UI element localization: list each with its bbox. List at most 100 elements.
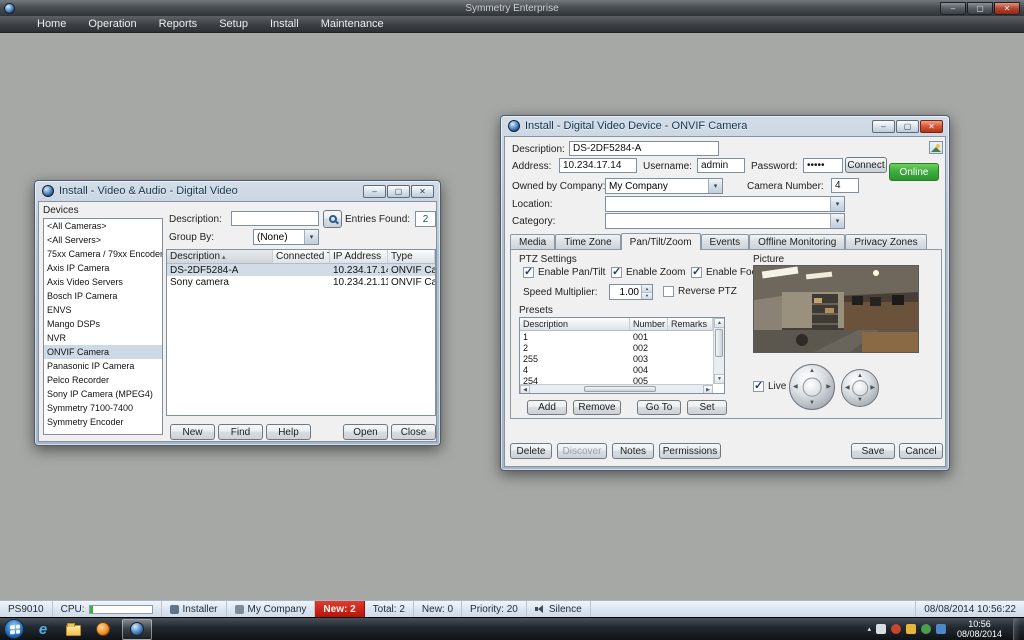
device-type-item-selected[interactable]: ONVIF Camera	[44, 345, 162, 359]
password-input[interactable]	[803, 158, 843, 173]
table-row-selected[interactable]: DS-2DF5284-A 10.234.17.14 ONVIF Camera	[167, 264, 435, 276]
owned-by-company-select[interactable]: My Company ▾	[605, 178, 723, 194]
discover-button[interactable]: Discover	[557, 443, 607, 459]
tab-media[interactable]: Media	[510, 234, 555, 249]
explorer-taskbar-icon[interactable]	[62, 619, 84, 639]
window-minimize-button[interactable]: –	[872, 120, 895, 133]
device-type-item[interactable]: Axis Video Servers	[44, 275, 162, 289]
device-type-item[interactable]: Bosch IP Camera	[44, 289, 162, 303]
device-type-item[interactable]: 75xx Camera / 79xx Encoder (HD)	[44, 247, 162, 261]
device-type-item[interactable]: Mango DSPs	[44, 317, 162, 331]
cancel-button[interactable]: Cancel	[899, 443, 943, 459]
delete-button[interactable]: Delete	[510, 443, 552, 459]
spin-down-icon[interactable]: ▼	[642, 293, 652, 300]
preset-row[interactable]: 1 001	[520, 331, 724, 342]
tab-offline-monitoring[interactable]: Offline Monitoring	[749, 234, 845, 249]
device-type-item[interactable]: Pelco Recorder	[44, 373, 162, 387]
column-header-description[interactable]: Description	[520, 318, 630, 330]
device-type-item[interactable]: Symmetry Encoder	[44, 415, 162, 429]
menu-item-home[interactable]: Home	[26, 16, 77, 32]
device-type-item[interactable]: Axis IP Camera	[44, 261, 162, 275]
save-button[interactable]: Save	[851, 443, 895, 459]
column-header-type[interactable]: Type	[388, 250, 435, 263]
menu-item-install[interactable]: Install	[259, 16, 310, 32]
media-taskbar-icon[interactable]	[92, 619, 114, 639]
column-header-ip-address[interactable]: IP Address	[330, 250, 388, 263]
menu-item-setup[interactable]: Setup	[208, 16, 259, 32]
device-type-item[interactable]: NVR	[44, 331, 162, 345]
column-header-connected-to[interactable]: Connected To	[273, 250, 330, 263]
taskbar-clock[interactable]: 10:56 08/08/2014	[951, 619, 1008, 639]
help-button[interactable]: Help	[266, 424, 311, 440]
tray-icon[interactable]	[921, 624, 931, 634]
device-detail-titlebar[interactable]: Install - Digital Video Device - ONVIF C…	[501, 116, 949, 136]
tray-icon[interactable]	[936, 624, 946, 634]
add-preset-button[interactable]: Add	[527, 400, 567, 415]
location-select[interactable]: ▾	[605, 196, 845, 212]
table-row[interactable]: Sony camera 10.234.21.117 ONVIF Camera	[167, 276, 435, 288]
category-select[interactable]: ▾	[605, 213, 845, 229]
tray-overflow-icon[interactable]: ▴	[867, 625, 871, 633]
tab-time-zone[interactable]: Time Zone	[555, 234, 620, 249]
vertical-scrollbar[interactable]: ▲ ▼	[713, 318, 724, 384]
tray-icon[interactable]	[876, 624, 886, 634]
description-input[interactable]	[569, 141, 719, 156]
silence-button[interactable]: Silence	[527, 601, 591, 617]
device-list-titlebar[interactable]: Install - Video & Audio - Digital Video …	[35, 181, 440, 201]
device-type-item[interactable]: ENVS	[44, 303, 162, 317]
search-button[interactable]	[323, 210, 342, 228]
browser-taskbar-icon[interactable]: e	[32, 619, 54, 639]
app-restore-button[interactable]: ▢	[967, 2, 993, 15]
tab-events[interactable]: Events	[701, 234, 750, 249]
column-header-description[interactable]: Description ▴	[167, 250, 273, 263]
symmetry-task-button[interactable]	[122, 619, 152, 640]
scroll-down-icon[interactable]: ▼	[714, 374, 725, 384]
permissions-button[interactable]: Permissions	[659, 443, 721, 459]
remove-preset-button[interactable]: Remove	[573, 400, 621, 415]
menu-item-maintenance[interactable]: Maintenance	[310, 16, 395, 32]
camera-number-input[interactable]	[831, 178, 859, 193]
tab-privacy-zones[interactable]: Privacy Zones	[845, 234, 926, 249]
group-by-select[interactable]: (None) ▾	[253, 229, 319, 245]
reverse-ptz-checkbox[interactable]: Reverse PTZ	[663, 286, 737, 297]
app-minimize-button[interactable]: –	[940, 2, 966, 15]
scroll-up-icon[interactable]: ▲	[714, 318, 725, 328]
enable-zoom-checkbox[interactable]: Enable Zoom	[611, 267, 685, 278]
new-button[interactable]: New	[170, 424, 215, 440]
window-maximize-button[interactable]: ▢	[387, 185, 410, 198]
address-input[interactable]	[559, 158, 637, 173]
connect-button[interactable]: Connect	[845, 157, 887, 173]
scroll-right-icon[interactable]: ▶	[703, 385, 713, 394]
notes-button[interactable]: Notes	[612, 443, 654, 459]
open-button[interactable]: Open	[343, 424, 388, 440]
alarm-new-badge[interactable]: New: 2	[315, 601, 364, 617]
show-desktop-button[interactable]	[1013, 618, 1020, 640]
window-maximize-button[interactable]: ▢	[896, 120, 919, 133]
device-type-item[interactable]: Sony IP Camera (MPEG4)	[44, 387, 162, 401]
column-header-remarks[interactable]: Remarks	[668, 318, 713, 330]
username-input[interactable]	[697, 158, 745, 173]
description-filter-input[interactable]	[231, 211, 319, 226]
speed-multiplier-stepper[interactable]: ▲ ▼	[609, 284, 653, 300]
scrollbar-thumb[interactable]	[584, 386, 656, 392]
enable-pan-tilt-checkbox[interactable]: Enable Pan/Tilt	[523, 267, 605, 278]
snapshot-icon[interactable]	[929, 141, 943, 154]
spin-up-icon[interactable]: ▲	[642, 285, 652, 293]
live-checkbox[interactable]: Live	[753, 381, 786, 392]
menu-item-operation[interactable]: Operation	[77, 16, 147, 32]
tab-pan-tilt-zoom[interactable]: Pan/Tilt/Zoom	[621, 233, 701, 250]
preset-row[interactable]: 4 004	[520, 364, 724, 375]
speed-multiplier-input[interactable]	[610, 285, 641, 299]
set-preset-button[interactable]: Set	[687, 400, 727, 415]
column-header-number[interactable]: Number	[630, 318, 668, 330]
app-close-button[interactable]: ✕	[994, 2, 1020, 15]
preset-row[interactable]: 2 002	[520, 342, 724, 353]
tray-icon[interactable]	[906, 624, 916, 634]
online-status-button[interactable]: Online	[889, 163, 939, 181]
window-close-button[interactable]: ✕	[920, 120, 943, 133]
preset-row[interactable]: 255 003	[520, 353, 724, 364]
window-close-button[interactable]: ✕	[411, 185, 434, 198]
find-button[interactable]: Find	[218, 424, 263, 440]
horizontal-scrollbar[interactable]: ◀ ▶	[520, 384, 713, 393]
zoom-focus-control-pad[interactable]: ▲ ▼ ◀ ▶	[841, 369, 879, 407]
